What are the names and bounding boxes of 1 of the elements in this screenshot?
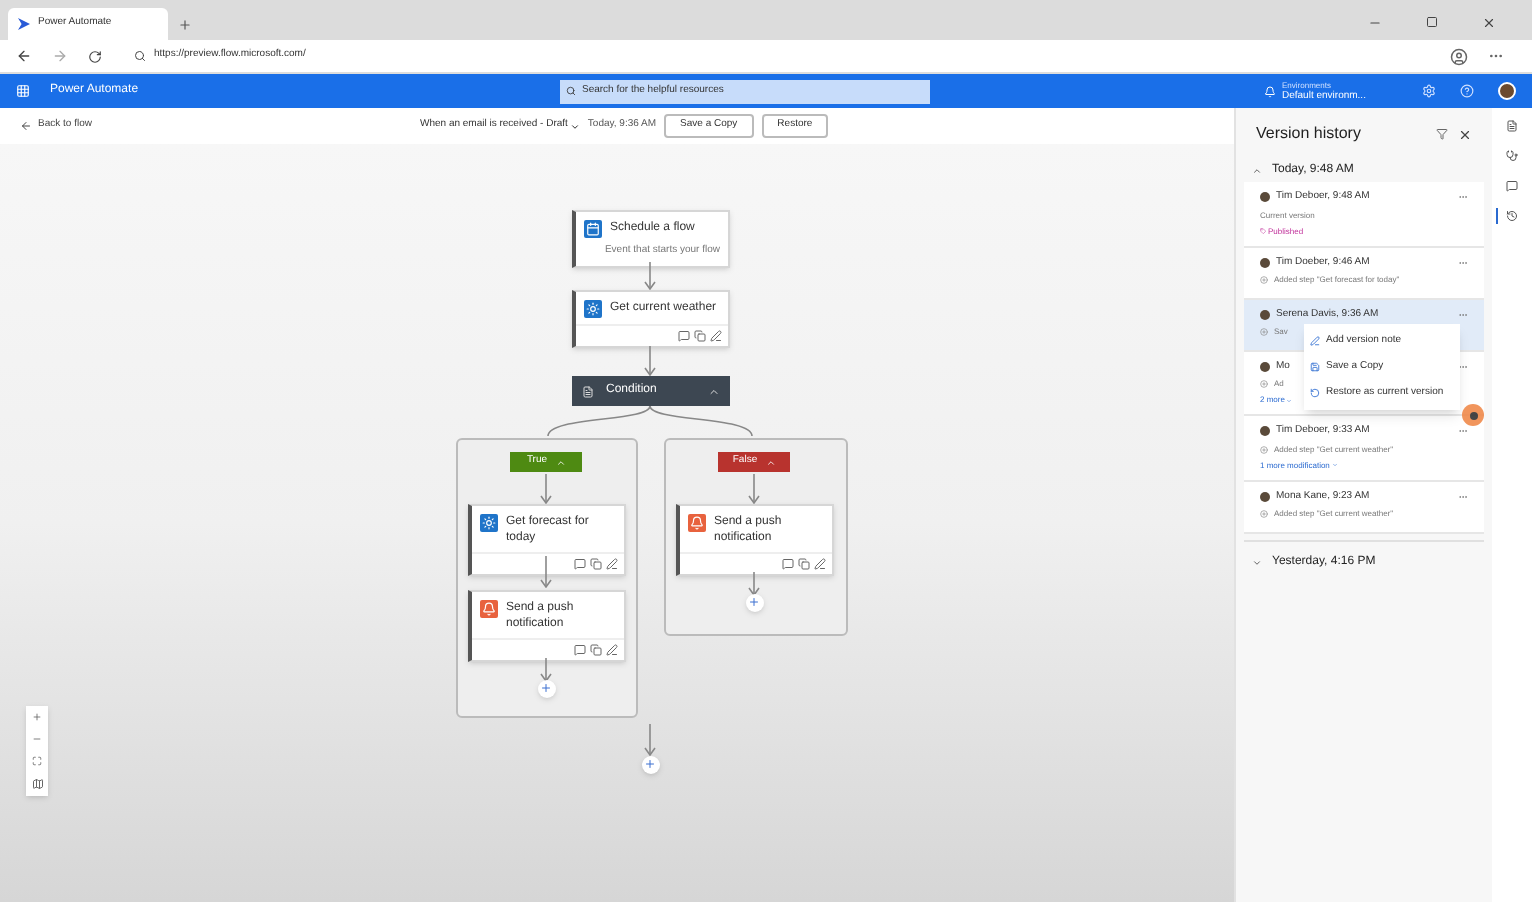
panel-title: Version history [1256, 122, 1363, 146]
